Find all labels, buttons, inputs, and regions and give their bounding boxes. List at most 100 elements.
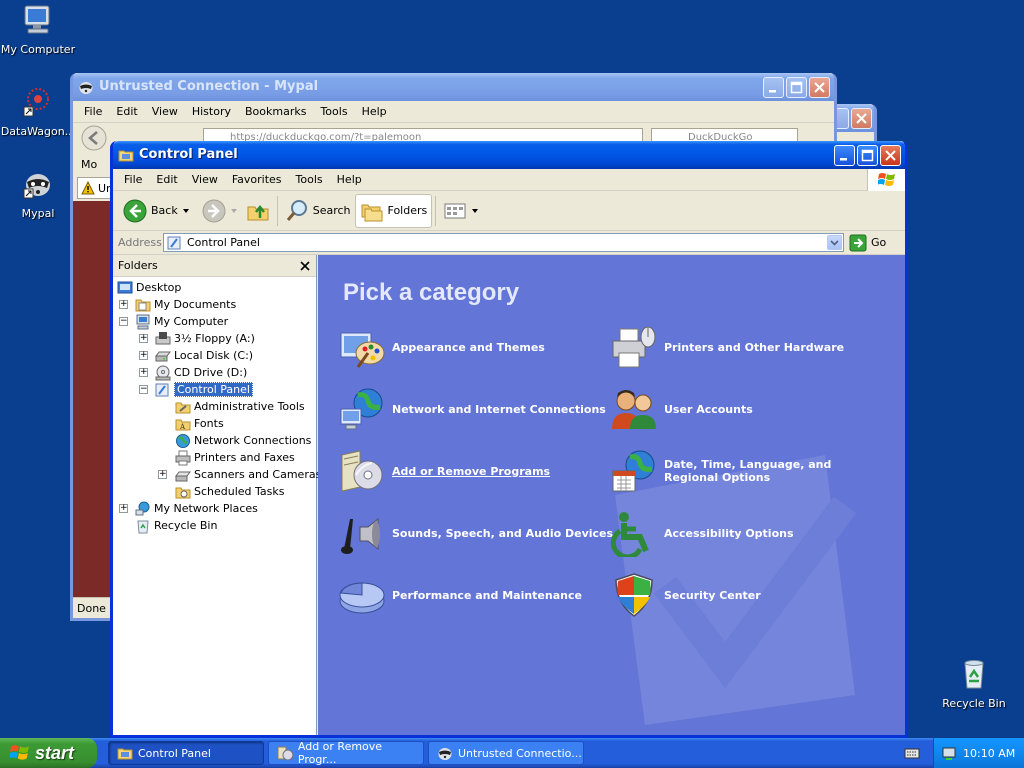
expand-icon[interactable]: +	[119, 504, 128, 513]
category-user-accounts[interactable]: User Accounts	[610, 385, 753, 433]
desktop-icon-label: DataWagon...	[0, 125, 76, 138]
category-add-remove-programs[interactable]: Add or Remove Programs	[338, 447, 550, 495]
desktop-icon-datawagon[interactable]: DataWagon...	[0, 85, 76, 138]
menu-help[interactable]: Help	[355, 105, 394, 118]
mypal-titlebar[interactable]: Untrusted Connection - Mypal	[73, 73, 834, 101]
up-folder-button[interactable]	[242, 194, 274, 228]
desktop-icon-my-computer[interactable]: My Computer	[0, 3, 76, 56]
performance-icon	[339, 582, 385, 614]
keyboard-icon[interactable]	[904, 746, 920, 760]
menu-file[interactable]: File	[117, 173, 149, 186]
taskbar-button-add-remove[interactable]: Add or Remove Progr...	[268, 740, 424, 766]
menu-file[interactable]: File	[77, 105, 109, 118]
tree-item-printers-faxes[interactable]: Printers and Faxes	[175, 449, 295, 466]
close-button[interactable]	[851, 108, 872, 129]
menu-edit[interactable]: Edit	[109, 105, 144, 118]
bookmark-item[interactable]: Mo	[81, 158, 97, 171]
network-places-icon	[135, 501, 150, 515]
search-icon	[286, 199, 307, 221]
tree-item-local-disk[interactable]: + Local Disk (C:)	[139, 347, 253, 364]
tree-item-my-network-places[interactable]: + My Network Places	[119, 500, 258, 517]
close-button[interactable]	[809, 77, 830, 98]
menu-tools[interactable]: Tools	[289, 173, 330, 186]
desktop-icon-recycle-bin[interactable]: Recycle Bin	[936, 657, 1012, 710]
forward-button[interactable]	[198, 194, 242, 228]
maximize-button[interactable]	[786, 77, 807, 98]
menu-history[interactable]: History	[185, 105, 238, 118]
search-button[interactable]: Search	[281, 194, 355, 228]
address-field[interactable]: Control Panel	[163, 233, 844, 252]
expand-icon[interactable]: +	[139, 351, 148, 360]
desktop-icon	[117, 281, 133, 293]
category-security-center[interactable]: Security Center	[610, 571, 761, 619]
close-icon	[856, 113, 867, 124]
tree-item-scheduled-tasks[interactable]: Scheduled Tasks	[175, 483, 285, 500]
expand-icon[interactable]: +	[139, 368, 148, 377]
folders-button[interactable]: Folders	[354, 193, 433, 228]
collapse-icon[interactable]: −	[119, 317, 128, 326]
back-icon[interactable]	[81, 125, 107, 151]
category-printers-hardware[interactable]: Printers and Other Hardware	[610, 323, 844, 371]
category-performance-maintenance[interactable]: Performance and Maintenance	[338, 571, 582, 619]
tree-label: Local Disk (C:)	[174, 349, 254, 362]
collapse-icon[interactable]: −	[139, 385, 148, 394]
menu-view[interactable]: View	[145, 105, 185, 118]
address-dropdown-button[interactable]	[827, 235, 842, 250]
tree-item-cd-drive[interactable]: + CD Drive (D:)	[139, 364, 247, 381]
tree-label: Administrative Tools	[194, 400, 305, 413]
desktop-icon-mypal[interactable]: Mypal	[0, 167, 76, 220]
background-window[interactable]	[828, 104, 877, 144]
views-button[interactable]	[439, 194, 483, 228]
expand-icon[interactable]: +	[139, 334, 148, 343]
category-date-time-language[interactable]: Date, Time, Language, and Regional Optio…	[610, 447, 874, 495]
clock[interactable]: 10:10 AM	[963, 747, 1015, 760]
tree-item-administrative-tools[interactable]: Administrative Tools	[175, 398, 305, 415]
close-button[interactable]	[880, 145, 901, 166]
tree-item-desktop[interactable]: Desktop	[117, 279, 181, 296]
mypal-tab[interactable]: Un	[77, 177, 113, 199]
maximize-button[interactable]	[857, 145, 878, 166]
control-panel-titlebar[interactable]: Control Panel	[113, 141, 905, 169]
tree-item-my-computer[interactable]: − My Computer	[119, 313, 228, 330]
start-button[interactable]: start	[0, 738, 97, 768]
category-sounds-speech-audio[interactable]: Sounds, Speech, and Audio Devices	[338, 509, 613, 557]
tree-item-recycle-bin[interactable]: Recycle Bin	[135, 517, 217, 534]
close-icon[interactable]	[300, 260, 310, 271]
tree-label: Desktop	[136, 281, 182, 294]
category-appearance-themes[interactable]: Appearance and Themes	[338, 323, 545, 371]
chevron-down-icon[interactable]	[182, 207, 190, 215]
menu-tools[interactable]: Tools	[313, 105, 354, 118]
safely-remove-hardware-icon[interactable]	[941, 745, 957, 761]
tree-item-fonts[interactable]: A Fonts	[175, 415, 224, 432]
expand-icon[interactable]: +	[158, 470, 167, 479]
category-accessibility-options[interactable]: Accessibility Options	[610, 509, 794, 557]
menu-view[interactable]: View	[185, 173, 225, 186]
minimize-button[interactable]	[834, 145, 855, 166]
taskbar-button-mypal[interactable]: Untrusted Connectio...	[428, 741, 584, 765]
category-network-internet[interactable]: Network and Internet Connections	[338, 385, 606, 433]
background-window-titlebar[interactable]	[828, 104, 874, 132]
menu-edit[interactable]: Edit	[149, 173, 184, 186]
shield-icon	[615, 573, 653, 617]
go-button[interactable]: Go	[849, 234, 901, 252]
menu-bookmarks[interactable]: Bookmarks	[238, 105, 313, 118]
start-label: start	[35, 742, 75, 763]
expand-icon[interactable]: +	[119, 300, 128, 309]
desktop-icon-label: Mypal	[21, 207, 55, 220]
control-panel-window[interactable]: Control Panel File Edit View Favorites T…	[110, 141, 908, 738]
control-panel-icon	[155, 383, 169, 396]
control-panel-menubar: File Edit View Favorites Tools Help	[113, 169, 905, 191]
menu-favorites[interactable]: Favorites	[225, 173, 289, 186]
tree-item-network-connections[interactable]: Network Connections	[175, 432, 311, 449]
tree-item-control-panel[interactable]: − Control Panel	[139, 381, 253, 398]
taskbar-button-control-panel[interactable]: Control Panel	[108, 741, 264, 765]
printer-icon	[612, 326, 656, 368]
close-icon	[885, 150, 896, 161]
minimize-button[interactable]	[763, 77, 784, 98]
tree-item-my-documents[interactable]: + My Documents	[119, 296, 236, 313]
floppy-drive-icon	[155, 331, 171, 344]
tree-item-scanners-cameras[interactable]: + Scanners and Cameras	[158, 466, 321, 483]
back-button[interactable]: Back	[119, 194, 194, 228]
menu-help[interactable]: Help	[330, 173, 369, 186]
tree-item-floppy[interactable]: + 3½ Floppy (A:)	[139, 330, 255, 347]
